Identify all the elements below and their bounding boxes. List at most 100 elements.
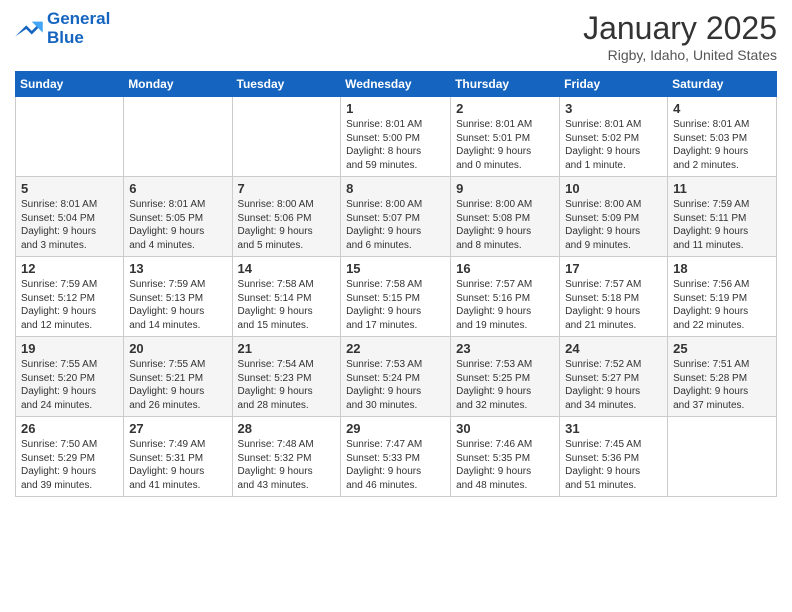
calendar-cell: 30Sunrise: 7:46 AMSunset: 5:35 PMDayligh… [451, 417, 560, 497]
day-info-line: Sunset: 5:11 PM [673, 212, 771, 226]
day-info-line: Sunrise: 7:48 AM [238, 438, 336, 452]
day-info-line: Sunset: 5:33 PM [346, 452, 445, 466]
day-info-line: Sunrise: 7:55 AM [21, 358, 118, 372]
day-info-line: and 19 minutes. [456, 319, 554, 333]
calendar-cell [124, 97, 232, 177]
day-info-line: Sunset: 5:18 PM [565, 292, 662, 306]
header: General Blue January 2025 Rigby, Idaho, … [15, 10, 777, 63]
day-info-line: Sunset: 5:09 PM [565, 212, 662, 226]
day-info-line: Sunrise: 8:01 AM [346, 118, 445, 132]
week-row-2: 5Sunrise: 8:01 AMSunset: 5:04 PMDaylight… [16, 177, 777, 257]
day-info-line: Sunrise: 7:58 AM [238, 278, 336, 292]
day-info-line: and 43 minutes. [238, 479, 336, 493]
day-info-line: Sunset: 5:21 PM [129, 372, 226, 386]
day-info-line: and 34 minutes. [565, 399, 662, 413]
day-content: Sunrise: 7:59 AMSunset: 5:13 PMDaylight:… [129, 278, 226, 332]
day-content: Sunrise: 7:59 AMSunset: 5:12 PMDaylight:… [21, 278, 118, 332]
day-number: 28 [238, 421, 336, 436]
day-content: Sunrise: 7:57 AMSunset: 5:18 PMDaylight:… [565, 278, 662, 332]
daylight-hours-label: Daylight: 9 hours [673, 225, 771, 239]
daylight-hours-label: Daylight: 9 hours [129, 305, 226, 319]
day-number: 24 [565, 341, 662, 356]
day-number: 27 [129, 421, 226, 436]
day-info-line: Sunrise: 7:46 AM [456, 438, 554, 452]
calendar-cell: 21Sunrise: 7:54 AMSunset: 5:23 PMDayligh… [232, 337, 341, 417]
calendar-cell: 23Sunrise: 7:53 AMSunset: 5:25 PMDayligh… [451, 337, 560, 417]
day-info-line: Sunrise: 8:01 AM [456, 118, 554, 132]
day-info-line: Sunset: 5:02 PM [565, 132, 662, 146]
day-info-line: and 46 minutes. [346, 479, 445, 493]
day-info-line: and 12 minutes. [21, 319, 118, 333]
day-info-line: Sunrise: 8:00 AM [238, 198, 336, 212]
day-number: 15 [346, 261, 445, 276]
day-info-line: Sunset: 5:01 PM [456, 132, 554, 146]
page: General Blue January 2025 Rigby, Idaho, … [0, 0, 792, 612]
calendar-cell: 2Sunrise: 8:01 AMSunset: 5:01 PMDaylight… [451, 97, 560, 177]
day-info-line: Sunset: 5:28 PM [673, 372, 771, 386]
day-info-line: Sunset: 5:14 PM [238, 292, 336, 306]
weekday-header-tuesday: Tuesday [232, 72, 341, 97]
day-info-line: Sunrise: 7:59 AM [129, 278, 226, 292]
day-number: 6 [129, 181, 226, 196]
daylight-hours-label: Daylight: 9 hours [129, 385, 226, 399]
day-info-line: Sunrise: 7:59 AM [673, 198, 771, 212]
calendar: SundayMondayTuesdayWednesdayThursdayFrid… [15, 71, 777, 497]
day-number: 18 [673, 261, 771, 276]
day-info-line: and 4 minutes. [129, 239, 226, 253]
daylight-hours-label: Daylight: 9 hours [238, 465, 336, 479]
day-content: Sunrise: 8:00 AMSunset: 5:09 PMDaylight:… [565, 198, 662, 252]
day-number: 14 [238, 261, 336, 276]
day-info-line: Sunrise: 7:59 AM [21, 278, 118, 292]
daylight-hours-label: Daylight: 9 hours [456, 145, 554, 159]
day-info-line: Sunrise: 8:00 AM [456, 198, 554, 212]
calendar-cell [232, 97, 341, 177]
day-info-line: Sunrise: 7:50 AM [21, 438, 118, 452]
day-info-line: Sunset: 5:29 PM [21, 452, 118, 466]
day-number: 5 [21, 181, 118, 196]
day-number: 19 [21, 341, 118, 356]
daylight-hours-label: Daylight: 9 hours [129, 465, 226, 479]
day-content: Sunrise: 7:55 AMSunset: 5:21 PMDaylight:… [129, 358, 226, 412]
weekday-header-saturday: Saturday [668, 72, 777, 97]
day-info-line: Sunrise: 7:47 AM [346, 438, 445, 452]
day-info-line: Sunrise: 8:00 AM [346, 198, 445, 212]
location: Rigby, Idaho, United States [583, 47, 777, 63]
day-info-line: and 41 minutes. [129, 479, 226, 493]
day-content: Sunrise: 7:53 AMSunset: 5:24 PMDaylight:… [346, 358, 445, 412]
calendar-cell: 14Sunrise: 7:58 AMSunset: 5:14 PMDayligh… [232, 257, 341, 337]
week-row-5: 26Sunrise: 7:50 AMSunset: 5:29 PMDayligh… [16, 417, 777, 497]
day-number: 29 [346, 421, 445, 436]
daylight-hours-label: Daylight: 9 hours [238, 225, 336, 239]
day-info-line: Sunrise: 7:45 AM [565, 438, 662, 452]
day-info-line: and 2 minutes. [673, 159, 771, 173]
week-row-4: 19 Sunrise: 7:55 AMSunset: 5:20 PMDayligh… [16, 337, 777, 417]
day-info-line: and 9 minutes. [565, 239, 662, 253]
day-info-line: and 5 minutes. [238, 239, 336, 253]
day-content: Sunrise: 7:57 AMSunset: 5:16 PMDaylight:… [456, 278, 554, 332]
calendar-cell: 5Sunrise: 8:01 AMSunset: 5:04 PMDaylight… [16, 177, 124, 257]
weekday-header-monday: Monday [124, 72, 232, 97]
daylight-hours-label: Daylight: 9 hours [673, 305, 771, 319]
daylight-hours-label: Daylight: 9 hours [346, 305, 445, 319]
day-content: Sunrise: 7:55 AMSunset: 5:20 PMDaylight:… [21, 358, 118, 412]
day-content: Sunrise: 7:54 AMSunset: 5:23 PMDaylight:… [238, 358, 336, 412]
calendar-cell: 1Sunrise: 8:01 AMSunset: 5:00 PMDaylight… [341, 97, 451, 177]
day-content: Sunrise: 8:00 AMSunset: 5:07 PMDaylight:… [346, 198, 445, 252]
day-content: Sunrise: 7:51 AMSunset: 5:28 PMDaylight:… [673, 358, 771, 412]
daylight-hours-label: Daylight: 9 hours [21, 465, 118, 479]
calendar-cell: 11Sunrise: 7:59 AMSunset: 5:11 PMDayligh… [668, 177, 777, 257]
calendar-cell: 20Sunrise: 7:55 AMSunset: 5:21 PMDayligh… [124, 337, 232, 417]
day-info-line: Sunrise: 7:54 AM [238, 358, 336, 372]
weekday-header-sunday: Sunday [16, 72, 124, 97]
day-info-line: and 59 minutes. [346, 159, 445, 173]
day-content: Sunrise: 8:01 AMSunset: 5:03 PMDaylight:… [673, 118, 771, 172]
day-info-line: Sunrise: 7:55 AM [129, 358, 226, 372]
calendar-cell: 12Sunrise: 7:59 AMSunset: 5:12 PMDayligh… [16, 257, 124, 337]
day-number: 31 [565, 421, 662, 436]
day-info-line: Sunset: 5:32 PM [238, 452, 336, 466]
calendar-cell: 6Sunrise: 8:01 AMSunset: 5:05 PMDaylight… [124, 177, 232, 257]
day-info-line: and 37 minutes. [673, 399, 771, 413]
day-info-line: Sunrise: 7:56 AM [673, 278, 771, 292]
daylight-hours-label: Daylight: 9 hours [565, 305, 662, 319]
calendar-cell: 10Sunrise: 8:00 AMSunset: 5:09 PMDayligh… [560, 177, 668, 257]
